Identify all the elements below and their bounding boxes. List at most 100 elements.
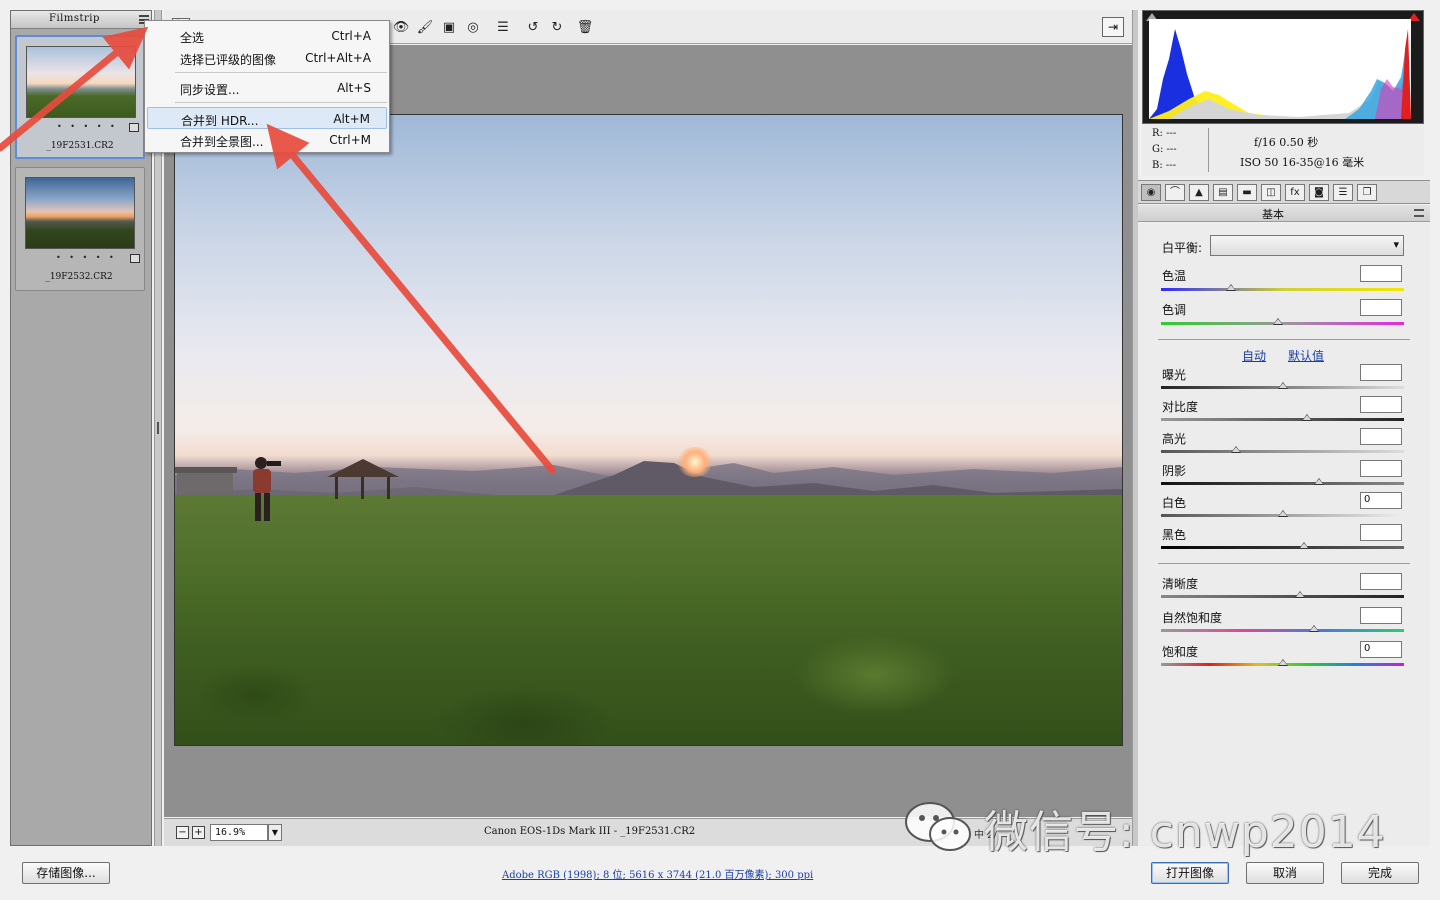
exposure-slider-thumb[interactable] <box>1277 382 1288 389</box>
menu-item-select-all[interactable]: 全选 Ctrl+A <box>147 25 387 47</box>
divider <box>1158 339 1410 340</box>
vibrance-input[interactable] <box>1360 607 1402 624</box>
auto-link[interactable]: 自动 <box>1242 347 1266 364</box>
menu-item-shortcut: Ctrl+A <box>331 29 371 43</box>
clarity-input[interactable] <box>1360 573 1402 590</box>
split-toning-tab-icon[interactable]: ▬ <box>1237 184 1257 201</box>
whites-label: 白色 <box>1162 496 1187 510</box>
presets-tab-icon[interactable]: ☰ <box>1333 184 1353 201</box>
menu-item-shortcut: Alt+S <box>337 81 371 95</box>
blacks-input[interactable] <box>1360 524 1402 541</box>
image-preview-area <box>164 45 1132 817</box>
basic-adjustments-panel: 白平衡: 色温 色调 自动 默认值 曝光 对比度 高光 阴影 白色 0 黑色 清… <box>1138 223 1430 846</box>
zoom-in-button[interactable]: + <box>192 826 205 839</box>
temperature-label: 色温 <box>1162 269 1187 283</box>
effects-tab-icon[interactable]: fx <box>1285 184 1305 201</box>
shadows-slider-track[interactable] <box>1161 482 1404 485</box>
splitter-grip-icon[interactable] <box>157 422 159 434</box>
grass-field <box>175 495 1122 745</box>
exposure-input[interactable] <box>1360 364 1402 381</box>
snapshots-tab-icon[interactable]: ❐ <box>1357 184 1377 201</box>
contrast-slider-thumb[interactable] <box>1301 414 1312 421</box>
red-eye-icon[interactable]: 👁 <box>392 18 410 36</box>
tint-label: 色调 <box>1162 303 1187 317</box>
filmstrip-thumbnail[interactable]: • • • • • _19F2531.CR2 <box>15 35 145 159</box>
whites-input[interactable]: 0 <box>1360 492 1402 509</box>
edit-badge-icon <box>130 254 140 263</box>
zoom-level-field[interactable]: 16.9% <box>210 824 268 841</box>
filmstrip-context-menu: 全选 Ctrl+A 选择已评级的图像 Ctrl+Alt+A 同步设置... Al… <box>144 20 390 153</box>
rotate-left-icon[interactable]: ↺ <box>524 18 542 36</box>
white-balance-select[interactable] <box>1210 235 1404 256</box>
hsl-tab-icon[interactable]: ▤ <box>1213 184 1233 201</box>
saturation-input[interactable]: 0 <box>1360 641 1402 658</box>
saturation-slider-thumb[interactable] <box>1277 659 1288 666</box>
tint-input[interactable] <box>1360 299 1402 316</box>
menu-item-label: 合并到 HDR... <box>181 114 259 128</box>
photo-preview[interactable] <box>174 114 1123 746</box>
temperature-input[interactable] <box>1360 265 1402 282</box>
saturation-label: 饱和度 <box>1162 645 1199 659</box>
basic-tab-icon[interactable]: ◉ <box>1141 184 1161 201</box>
lens-corrections-tab-icon[interactable]: ◫ <box>1261 184 1281 201</box>
highlights-input[interactable] <box>1360 428 1402 445</box>
rgb-green-readout: G: --- <box>1152 144 1177 155</box>
menu-item-sync-settings[interactable]: 同步设置... Alt+S <box>147 77 387 99</box>
zoom-out-button[interactable]: − <box>176 826 189 839</box>
vibrance-slider-track[interactable] <box>1161 629 1404 632</box>
exposure-label: 曝光 <box>1162 368 1187 382</box>
highlights-label: 高光 <box>1162 432 1187 446</box>
contrast-label: 对比度 <box>1162 400 1199 414</box>
histogram-graph <box>1149 19 1411 119</box>
menu-item-shortcut: Ctrl+M <box>329 133 371 147</box>
highlights-slider-track[interactable] <box>1161 450 1404 453</box>
whites-slider-thumb[interactable] <box>1277 510 1288 517</box>
adjustment-panel-tabs: ◉ ⌒ ▲ ▤ ▬ ◫ fx ◙ ☰ ❐ <box>1138 180 1430 204</box>
rating-stars[interactable]: • • • • • <box>56 253 117 262</box>
menu-item-merge-panorama[interactable]: 合并到全景图... Ctrl+M <box>147 129 387 151</box>
open-image-button[interactable]: 打开图像 <box>1151 862 1229 884</box>
panel-menu-icon[interactable] <box>1414 209 1424 217</box>
filmstrip-thumbnail[interactable]: • • • • • _19F2532.CR2 <box>15 167 145 291</box>
done-button[interactable]: 完成 <box>1341 862 1419 884</box>
graduated-filter-icon[interactable]: ▣ <box>440 18 458 36</box>
clarity-slider-thumb[interactable] <box>1294 591 1305 598</box>
thumbnail-filename: _19F2532.CR2 <box>45 272 113 282</box>
tint-slider-thumb[interactable] <box>1272 318 1283 325</box>
contrast-slider-track[interactable] <box>1161 418 1404 421</box>
menu-item-select-rated[interactable]: 选择已评级的图像 Ctrl+Alt+A <box>147 47 387 69</box>
menu-item-label: 同步设置... <box>180 83 240 97</box>
thumbnail-image <box>26 46 136 118</box>
blacks-slider-thumb[interactable] <box>1299 542 1310 549</box>
shadows-input[interactable] <box>1360 460 1402 477</box>
rating-stars[interactable]: • • • • • <box>57 122 118 131</box>
histogram <box>1142 10 1424 124</box>
adjustment-brush-icon[interactable]: 🖌 <box>416 18 434 36</box>
highlights-slider-thumb[interactable] <box>1231 446 1242 453</box>
fullscreen-icon[interactable]: ⇥ <box>1102 17 1124 37</box>
exif-iso-lens: ISO 50 16-35@16 毫米 <box>1240 156 1365 169</box>
clarity-slider-track[interactable] <box>1161 595 1404 598</box>
menu-separator <box>175 72 387 73</box>
cancel-button[interactable]: 取消 <box>1246 862 1324 884</box>
rgb-blue-readout: B: --- <box>1152 160 1177 171</box>
temperature-slider-track[interactable] <box>1161 288 1404 291</box>
detail-tab-icon[interactable]: ▲ <box>1189 184 1209 201</box>
camera-calibration-tab-icon[interactable]: ◙ <box>1309 184 1329 201</box>
menu-item-merge-hdr[interactable]: 合并到 HDR... Alt+M <box>147 107 387 129</box>
contrast-input[interactable] <box>1360 396 1402 413</box>
temperature-slider-thumb[interactable] <box>1226 284 1237 291</box>
zoom-dropdown-icon[interactable]: ▼ <box>268 824 282 841</box>
wechat-logo-icon <box>905 802 971 851</box>
workflow-options-link[interactable]: Adobe RGB (1998); 8 位; 5616 x 3744 (21.0… <box>502 866 813 881</box>
default-link[interactable]: 默认值 <box>1288 347 1324 364</box>
trash-icon[interactable]: 🗑 <box>576 18 594 36</box>
shadows-slider-thumb[interactable] <box>1313 478 1324 485</box>
preferences-icon[interactable]: ☰ <box>494 18 512 36</box>
rotate-right-icon[interactable]: ↻ <box>548 18 566 36</box>
blacks-slider-track[interactable] <box>1161 546 1404 549</box>
radial-filter-icon[interactable]: ◎ <box>464 18 482 36</box>
tone-curve-tab-icon[interactable]: ⌒ <box>1165 184 1185 201</box>
vibrance-slider-thumb[interactable] <box>1309 625 1320 632</box>
save-image-button[interactable]: 存储图像... <box>22 862 110 884</box>
